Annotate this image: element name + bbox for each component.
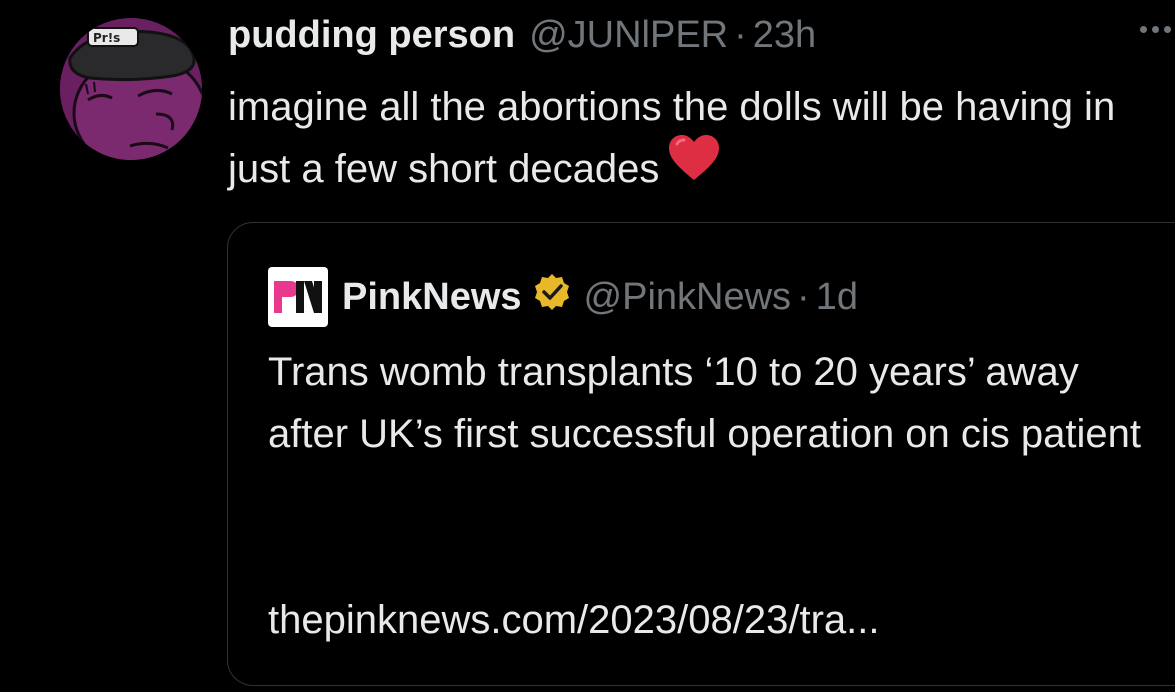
quoted-tweet-link[interactable]: thepinknews.com/2023/08/23/tra... bbox=[268, 589, 879, 651]
more-dot bbox=[1152, 26, 1159, 33]
tweet[interactable]: Pr!s pudding person @JUNlPER · 23h imagi… bbox=[0, 0, 1175, 692]
quoted-author-handle[interactable]: @PinkNews bbox=[584, 276, 792, 319]
quoted-tweet-card[interactable]: PinkNews @PinkNews · 1d Trans womb trans… bbox=[227, 222, 1175, 686]
svg-text:Pr!s: Pr!s bbox=[93, 31, 120, 45]
avatar[interactable]: Pr!s bbox=[60, 18, 202, 160]
separator-dot: · bbox=[797, 275, 810, 318]
author-handle[interactable]: @JUNlPER bbox=[529, 14, 728, 57]
tweet-text: imagine all the abortions the dolls will… bbox=[228, 76, 1128, 204]
tweet-header: pudding person @JUNlPER · 23h bbox=[228, 14, 816, 66]
separator-dot: · bbox=[734, 14, 747, 56]
verified-badge-icon bbox=[532, 272, 572, 322]
more-dot bbox=[1164, 26, 1171, 33]
author-display-name[interactable]: pudding person bbox=[228, 14, 515, 57]
quoted-author-display-name[interactable]: PinkNews bbox=[342, 276, 522, 319]
tweet-timestamp[interactable]: 23h bbox=[753, 14, 816, 57]
quoted-tweet-timestamp[interactable]: 1d bbox=[816, 276, 858, 319]
heart-emoji bbox=[667, 134, 721, 200]
quoted-tweet-text: Trans womb transplants ‘10 to 20 years’ … bbox=[268, 350, 1142, 456]
avatar-image: Pr!s bbox=[60, 18, 202, 160]
quoted-tweet-header: PinkNews @PinkNews · 1d bbox=[268, 267, 858, 327]
pinknews-logo-mark bbox=[274, 281, 322, 313]
more-options-icon[interactable] bbox=[1140, 26, 1171, 33]
more-dot bbox=[1140, 26, 1147, 33]
pinknews-logo[interactable] bbox=[268, 267, 328, 327]
